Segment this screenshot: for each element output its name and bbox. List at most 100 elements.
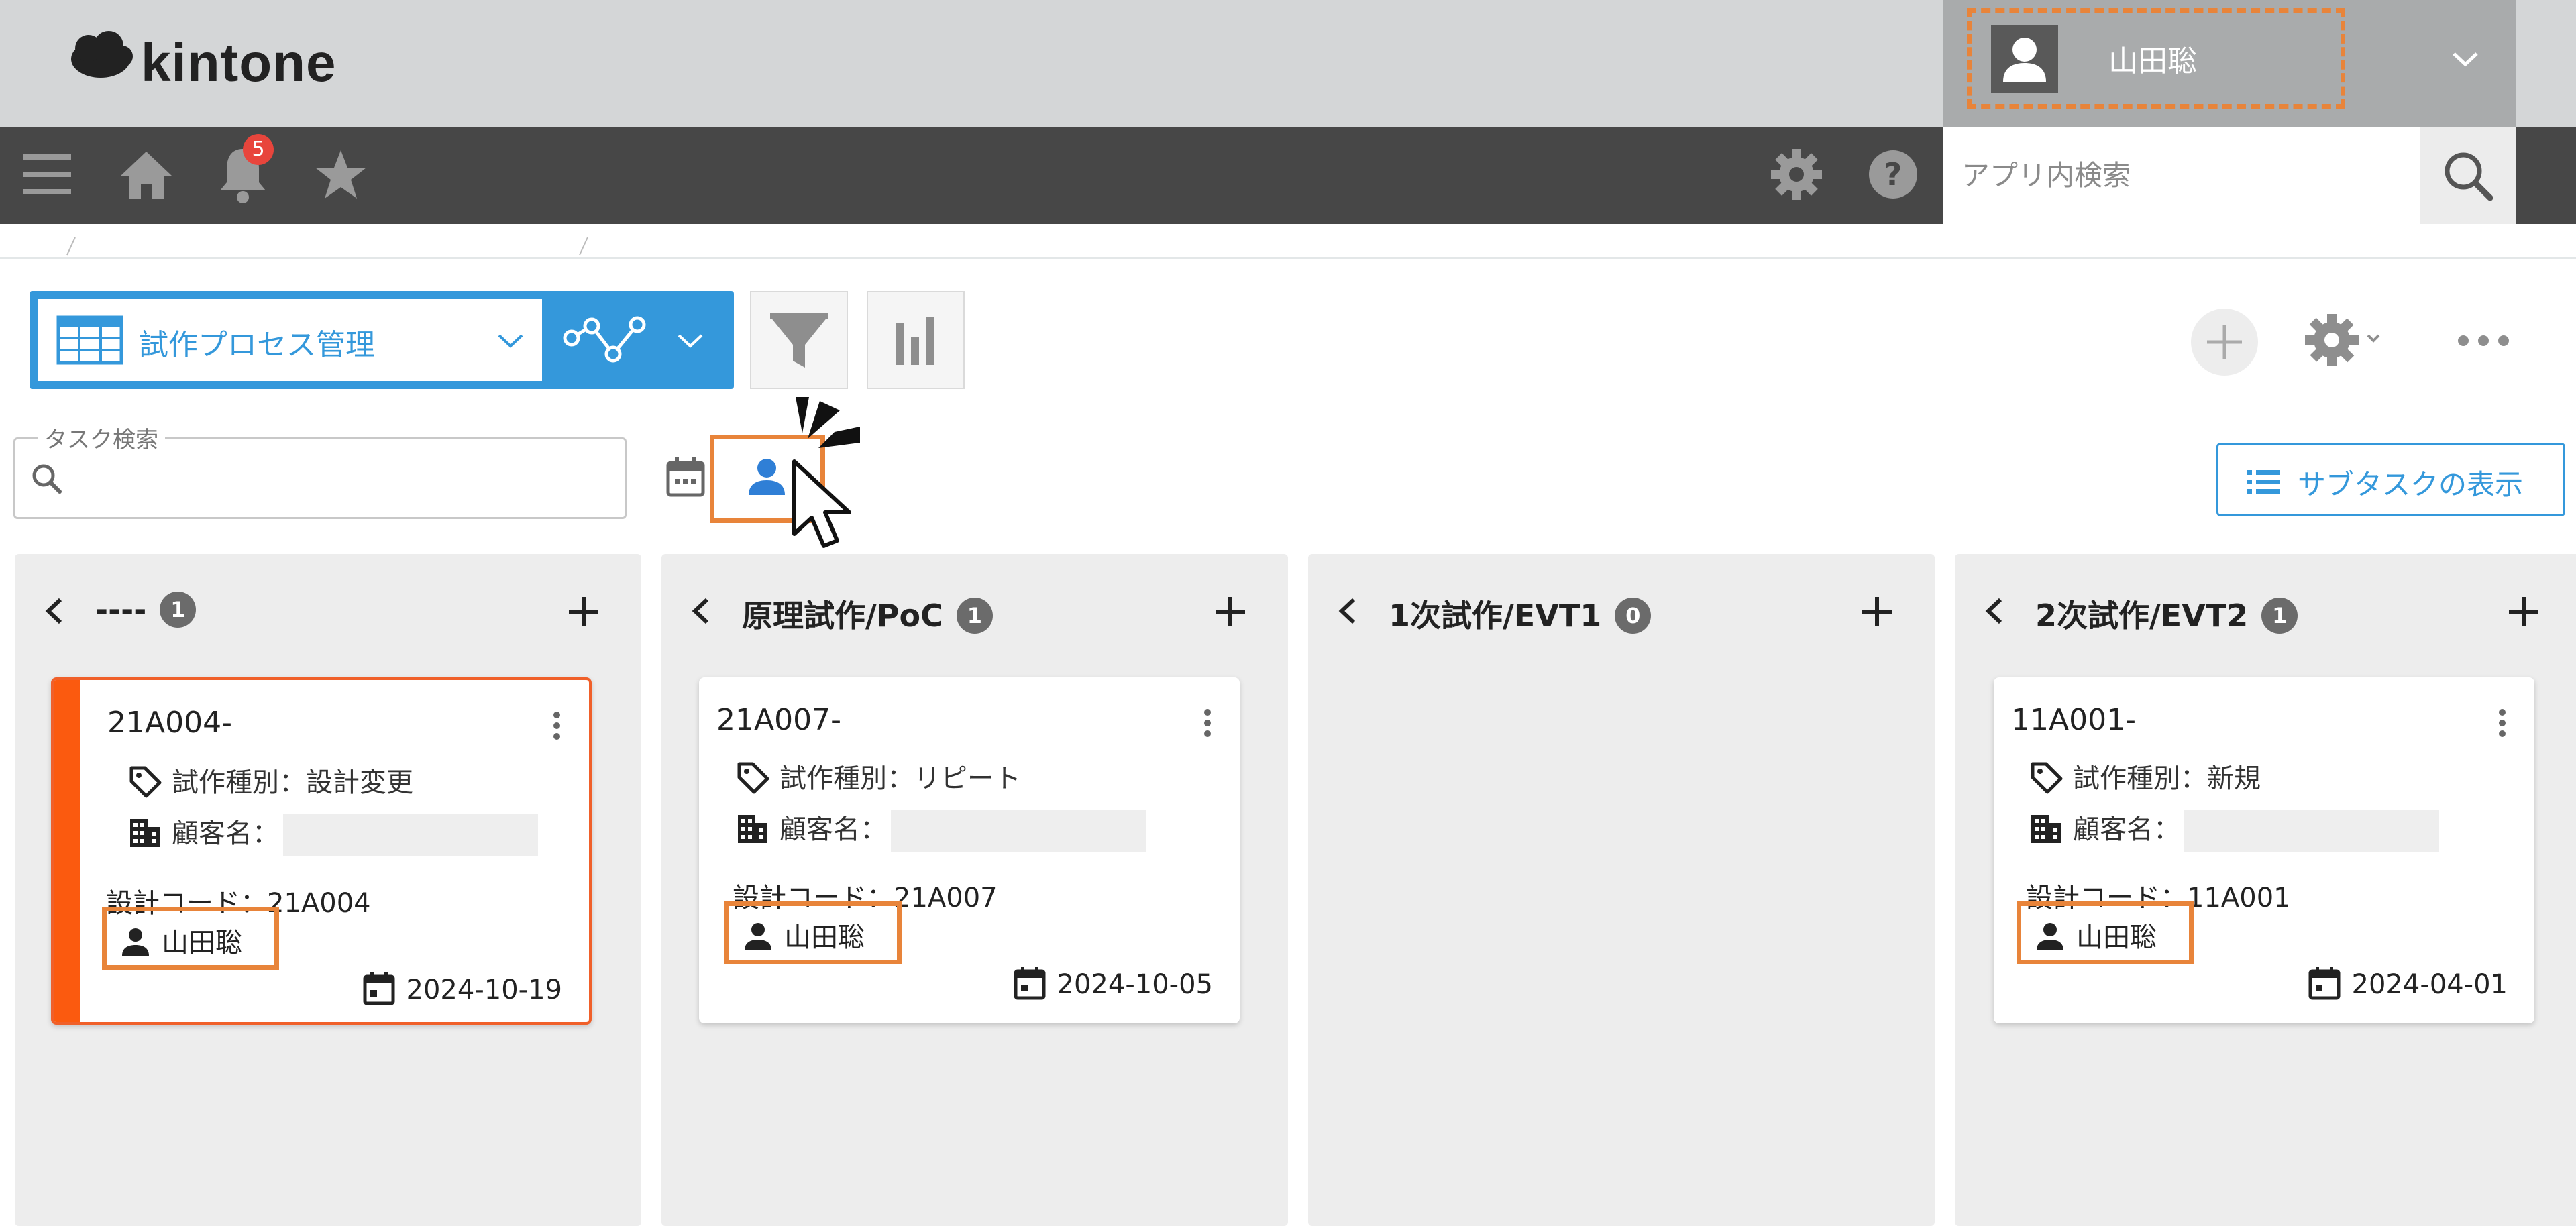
show-subtasks-label: サブタスクの表示 [2298, 468, 2524, 501]
column-title-text: 2次試作/EVT2 [2035, 598, 2249, 634]
search-icon [2445, 152, 2493, 201]
home-icon[interactable] [118, 146, 174, 203]
show-subtasks-button[interactable]: サブタスクの表示 [2216, 443, 2565, 516]
logo-text: kintone [141, 33, 337, 93]
breadcrumb-divider [0, 257, 2576, 259]
add-record-button[interactable] [2191, 309, 2258, 376]
kanban-column: 1次試作/EVT1 0 [1308, 554, 1935, 1226]
card-type: 試作種別：リピート [780, 763, 1021, 794]
column-title: 1次試作/EVT1 0 [1389, 592, 1652, 636]
status-stripe [54, 680, 80, 1022]
card-due-date: 2024-10-05 [1013, 967, 1213, 1003]
plus-icon[interactable] [1858, 593, 1896, 630]
plus-icon[interactable] [2505, 593, 2542, 630]
card-title: 21A007- [716, 703, 841, 737]
tag-icon [2031, 762, 2063, 794]
plus-icon[interactable] [1212, 593, 1249, 630]
person-avatar-icon [2003, 38, 2046, 82]
card-assignee[interactable]: 山田聡 [724, 901, 902, 964]
column-title-text: 1次試作/EVT1 [1389, 598, 1602, 634]
column-title: 2次試作/EVT2 1 [2035, 592, 2298, 636]
tag-icon [737, 762, 769, 794]
card-type: 試作種別：新規 [2073, 763, 2261, 794]
person-icon [745, 923, 771, 950]
building-icon [2031, 815, 2061, 843]
card-due-date: 2024-10-19 [362, 972, 562, 1009]
graph-button[interactable] [867, 291, 965, 389]
task-search-label: タスク検索 [38, 421, 165, 454]
cloud-logo-icon [71, 31, 133, 78]
column-title: 原理試作/PoC 1 [742, 592, 993, 636]
click-sparkle-icon [793, 394, 867, 461]
search-icon [32, 464, 62, 494]
card-due-date-text: 2024-10-05 [1057, 969, 1213, 1000]
card-assignee-name: 山田聡 [162, 928, 242, 958]
chevron-down-icon[interactable] [494, 327, 527, 354]
chevron-left-icon[interactable] [42, 596, 68, 626]
chevron-down-icon[interactable] [674, 327, 707, 354]
list-icon [2247, 470, 2280, 494]
column-count-badge: 0 [1615, 597, 1652, 634]
mouse-cursor-icon [790, 459, 864, 559]
task-card[interactable]: 21A007- 試作種別：リピート 顧客名： 設計コード：21A007 山田聡 … [699, 677, 1240, 1023]
redacted-customer [283, 814, 538, 856]
user-avatar[interactable] [1991, 25, 2058, 93]
help-icon[interactable]: ? [1866, 148, 1920, 201]
chevron-left-icon[interactable] [1335, 596, 1362, 626]
kanban-column: ---- 1 21A004- 試作種別：設計変更 顧客名： 設計コード：21A00… [15, 554, 641, 1226]
notification-badge: 5 [243, 134, 274, 165]
column-count-badge: 1 [160, 591, 197, 628]
menu-icon[interactable] [20, 148, 74, 201]
app-settings-gear-icon[interactable] [2304, 313, 2384, 369]
card-customer-row: 顧客名： [735, 807, 1146, 852]
calendar-icon [2308, 967, 2341, 1000]
card-title: 11A001- [2011, 703, 2136, 737]
column-title-text: ---- [95, 592, 147, 628]
task-card[interactable]: 11A001- 試作種別：新規 顧客名： 設計コード：11A001 山田聡 20… [1994, 677, 2534, 1023]
bar-chart-icon [896, 317, 934, 365]
card-customer: 顧客名： [172, 818, 279, 849]
kanban-column: 2次試作/EVT2 1 11A001- 試作種別：新規 顧客名： 設計コード：11… [1955, 554, 2576, 1226]
building-icon [130, 819, 160, 847]
card-customer: 顧客名： [2073, 814, 2180, 845]
card-assignee-name: 山田聡 [2076, 922, 2157, 953]
task-card[interactable]: 21A004- 試作種別：設計変更 顧客名： 設計コード：21A004 山田聡 … [51, 677, 592, 1025]
chevron-left-icon[interactable] [1982, 596, 2008, 626]
vertical-more-icon[interactable] [1202, 708, 1213, 738]
card-assignee[interactable]: 山田聡 [2017, 901, 2194, 964]
calendar-icon [1014, 967, 1046, 1000]
card-title: 21A004- [107, 706, 232, 740]
card-type: 試作種別：設計変更 [172, 767, 413, 798]
funnel-icon [770, 313, 828, 368]
card-customer: 顧客名： [780, 814, 887, 845]
column-title-text: 原理試作/PoC [742, 598, 943, 634]
vertical-more-icon[interactable] [551, 711, 562, 740]
card-due-date: 2024-04-01 [2308, 967, 2508, 1003]
chevron-left-icon[interactable] [688, 596, 715, 626]
search-button[interactable] [2420, 127, 2516, 224]
kanban-column: 原理試作/PoC 1 21A007- 試作種別：リピート 顧客名： 設計コード：2… [661, 554, 1288, 1226]
column-count-badge: 1 [2261, 597, 2298, 634]
chevron-down-icon[interactable] [2449, 46, 2482, 72]
plus-icon[interactable] [565, 593, 602, 630]
favorites-star-icon[interactable] [313, 148, 369, 201]
app-search-placeholder: アプリ内検索 [1962, 159, 2131, 192]
table-view-icon [56, 315, 123, 365]
more-options-icon[interactable] [2455, 333, 2512, 349]
card-type-row: 試作種別：新規 [2029, 757, 2261, 797]
card-assignee[interactable]: 山田聡 [102, 907, 279, 970]
breadcrumb-separator [577, 236, 590, 256]
view-name: 試作プロセス管理 [139, 328, 375, 362]
person-icon [122, 928, 149, 956]
user-name[interactable]: 山田聡 [2108, 37, 2197, 80]
card-due-date-text: 2024-10-19 [406, 974, 562, 1005]
settings-gear-icon[interactable] [1770, 148, 1823, 201]
vertical-more-icon[interactable] [2497, 708, 2508, 738]
calendar-view-icon[interactable] [664, 456, 707, 499]
kintone-logo[interactable]: kintone [67, 30, 335, 97]
process-graph-icon[interactable] [562, 314, 649, 368]
filter-button[interactable] [750, 291, 848, 389]
building-icon [738, 815, 767, 843]
calendar-icon [363, 972, 395, 1005]
redacted-customer [2184, 810, 2439, 852]
